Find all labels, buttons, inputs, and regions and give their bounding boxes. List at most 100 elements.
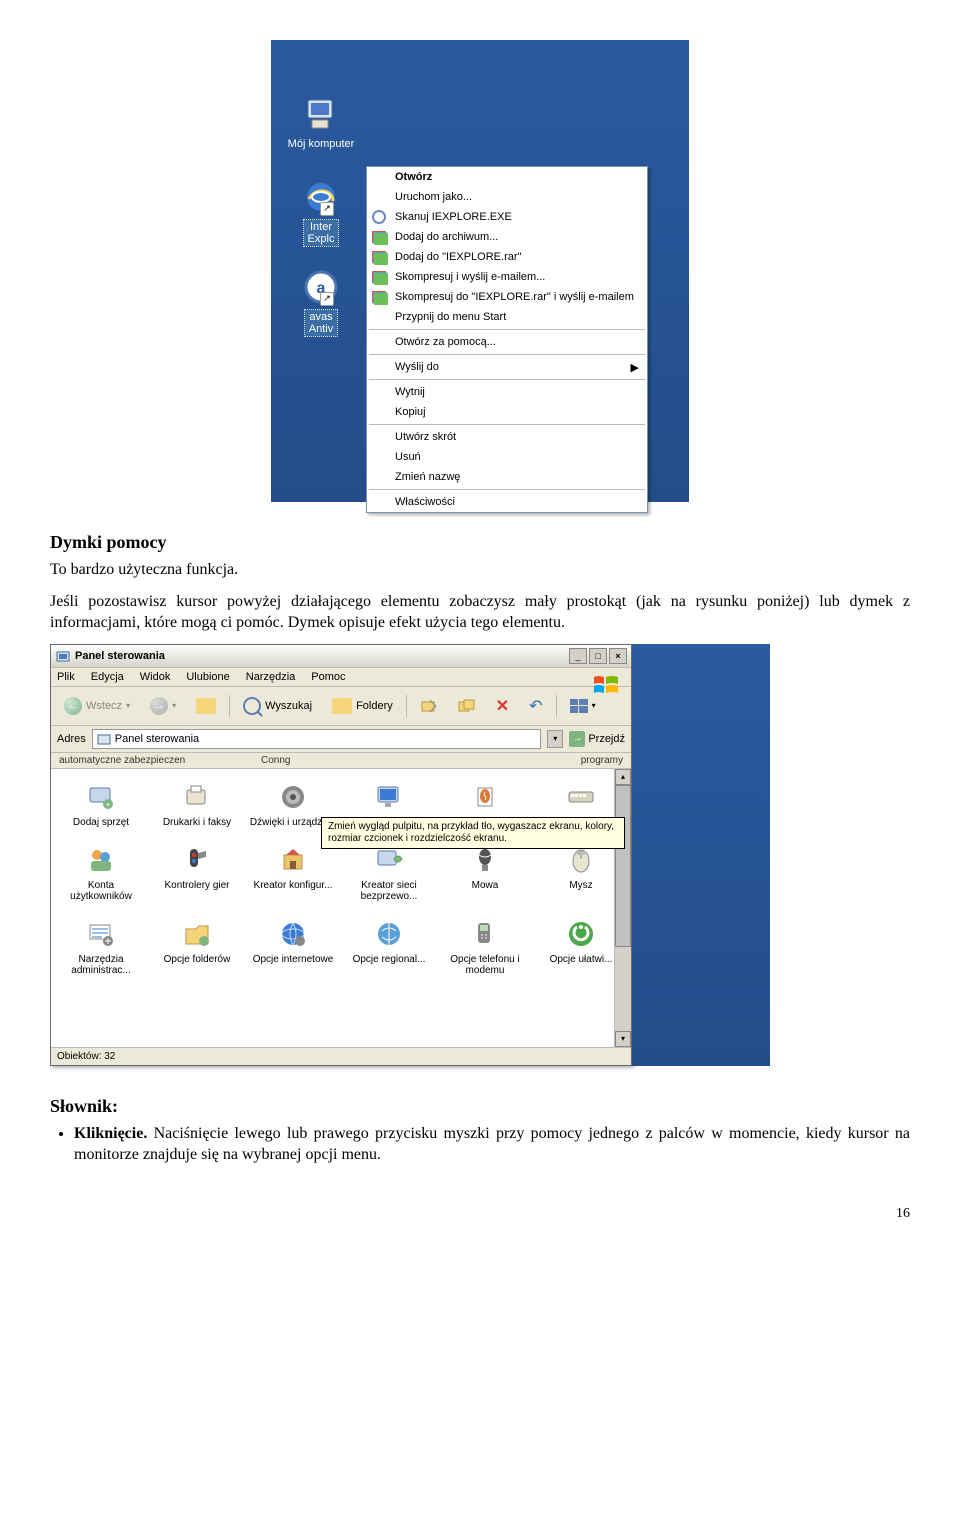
control-panel-item[interactable]: Opcje internetowe	[247, 914, 339, 984]
svg-text:+: +	[106, 800, 111, 809]
search-button[interactable]: Wyszukaj	[236, 694, 319, 718]
copy-icon	[458, 698, 476, 714]
control-panel-item[interactable]: +Dodaj sprzęt	[55, 777, 147, 836]
address-label: Adres	[57, 733, 86, 745]
menu-compress-email[interactable]: Skompresuj i wyślij e-mailem...	[367, 267, 647, 287]
menu-scan[interactable]: Skanuj IEXPLORE.EXE	[367, 207, 647, 227]
address-field[interactable]: Panel sterowania	[92, 729, 542, 749]
control-panel-item[interactable]: Opcje folderów	[151, 914, 243, 984]
copy-to-button[interactable]	[451, 695, 483, 717]
toolbar-separator	[556, 695, 557, 717]
control-panel-screenshot: Panel sterowania _ □ × Plik Edycja Widok…	[50, 644, 770, 1066]
menu-send-to[interactable]: Wyślij do▶	[367, 357, 647, 377]
cp-item-label: Opcje regional...	[345, 954, 433, 965]
menu-pin-start[interactable]: Przypnij do menu Start	[367, 307, 647, 327]
control-panel-item[interactable]: Opcje telefonu i modemu	[439, 914, 531, 984]
delete-icon: ✕	[496, 696, 509, 716]
menu-add-archive[interactable]: Dodaj do archiwum...	[367, 227, 647, 247]
status-bar: Obiektów: 32	[51, 1047, 631, 1065]
cp-item-icon	[469, 781, 501, 813]
menu-edit[interactable]: Edycja	[91, 671, 124, 683]
move-icon	[420, 698, 438, 714]
menu-open[interactable]: Otwórz	[367, 167, 647, 187]
views-button[interactable]: ▾	[563, 696, 603, 716]
cp-item-icon	[277, 918, 309, 950]
menu-compress-iexplore-email[interactable]: Skompresuj do "IEXPLORE.rar" i wyślij e-…	[367, 287, 647, 307]
scroll-thumb[interactable]	[615, 785, 631, 947]
cp-item-label: Opcje telefonu i modemu	[441, 954, 529, 976]
back-button[interactable]: ←Wstecz▾	[57, 694, 137, 718]
back-arrow-icon: ←	[64, 697, 82, 715]
control-panel-item[interactable]: Narzędzia administrac...	[55, 914, 147, 984]
cp-item-icon	[277, 844, 309, 876]
scrollbar[interactable]: ▴ ▾	[614, 769, 631, 1047]
submenu-arrow-icon: ▶	[631, 361, 639, 374]
address-dropdown[interactable]: ▾	[547, 730, 563, 748]
delete-button[interactable]: ✕	[489, 693, 516, 719]
menu-tools[interactable]: Narzędzia	[246, 671, 296, 683]
menubar: Plik Edycja Widok Ulubione Narzędzia Pom…	[51, 668, 631, 687]
scroll-up-button[interactable]: ▴	[615, 769, 631, 785]
forward-button[interactable]: →▾	[143, 694, 183, 718]
folder-up-icon	[196, 698, 216, 714]
desktop-icon-ie[interactable]: ↗ InterExplc	[281, 178, 361, 247]
control-panel-item[interactable]: Drukarki i faksy	[151, 777, 243, 836]
cp-item-icon	[469, 918, 501, 950]
cp-item-label: Kreator sieci bezprzewo...	[345, 880, 433, 902]
menu-add-iexplore-rar[interactable]: Dodaj do "IEXPLORE.rar"	[367, 247, 647, 267]
control-panel-item[interactable]: Kreator konfigur...	[247, 840, 339, 910]
menu-create-shortcut[interactable]: Utwórz skrót	[367, 427, 647, 447]
computer-icon	[302, 96, 340, 134]
menu-file[interactable]: Plik	[57, 671, 75, 683]
control-panel-item[interactable]: Opcje regional...	[343, 914, 435, 984]
menu-delete[interactable]: Usuń	[367, 447, 647, 467]
archive-icon	[371, 249, 387, 265]
titlebar: Panel sterowania _ □ ×	[51, 645, 631, 668]
menu-view[interactable]: Widok	[140, 671, 171, 683]
control-panel-item[interactable]: Kontrolery gier	[151, 840, 243, 910]
ie-icon: ↗	[302, 178, 340, 216]
archive-icon	[371, 269, 387, 285]
go-button[interactable]: →Przejdź	[569, 731, 625, 747]
menu-separator	[369, 379, 645, 380]
menu-copy[interactable]: Kopiuj	[367, 402, 647, 422]
minimize-button[interactable]: _	[569, 648, 587, 664]
control-panel-item[interactable]: Kreator sieci bezprzewo...	[343, 840, 435, 910]
icon-label: Mój komputer	[284, 137, 359, 151]
avast-icon	[371, 209, 387, 225]
cp-item-icon	[277, 781, 309, 813]
cp-item-label: Kontrolery gier	[153, 880, 241, 891]
desktop-icon-mycomputer[interactable]: Mój komputer	[281, 96, 361, 151]
menu-separator	[369, 424, 645, 425]
menu-rename[interactable]: Zmień nazwę	[367, 467, 647, 487]
maximize-button[interactable]: □	[589, 648, 607, 664]
cp-item-icon: +	[85, 781, 117, 813]
menu-open-with[interactable]: Otwórz za pomocą...	[367, 332, 647, 352]
menu-runas[interactable]: Uruchom jako...	[367, 187, 647, 207]
folder-icon	[332, 698, 352, 714]
windows-flag-icon	[592, 674, 620, 696]
desktop-icon-avast[interactable]: a ↗ avasAntiv	[281, 268, 361, 337]
toolbar-separator	[406, 695, 407, 717]
paragraph: To bardzo użyteczna funkcja.	[50, 559, 910, 581]
folders-button[interactable]: Foldery	[325, 695, 400, 717]
control-panel-item[interactable]: Konta użytkowników	[55, 840, 147, 910]
cp-item-label: Kreator konfigur...	[249, 880, 337, 891]
heading-dymki: Dymki pomocy	[50, 532, 910, 553]
undo-icon: ↶	[529, 696, 542, 716]
menu-help[interactable]: Pomoc	[311, 671, 345, 683]
control-panel-item[interactable]: Mowa	[439, 840, 531, 910]
menu-favorites[interactable]: Ulubione	[186, 671, 229, 683]
scroll-down-button[interactable]: ▾	[615, 1031, 631, 1047]
archive-icon	[371, 229, 387, 245]
up-button[interactable]	[189, 695, 223, 717]
icon-label: avasAntiv	[304, 309, 338, 337]
menu-cut[interactable]: Wytnij	[367, 382, 647, 402]
move-to-button[interactable]	[413, 695, 445, 717]
menu-properties[interactable]: Właściwości	[367, 492, 647, 512]
address-bar: Adres Panel sterowania ▾ →Przejdź	[51, 726, 631, 753]
cp-item-label: Mysz	[537, 880, 625, 891]
undo-button[interactable]: ↶	[522, 693, 549, 719]
tooltip: Zmień wygląd pulpitu, na przykład tło, w…	[321, 817, 625, 849]
close-button[interactable]: ×	[609, 648, 627, 664]
